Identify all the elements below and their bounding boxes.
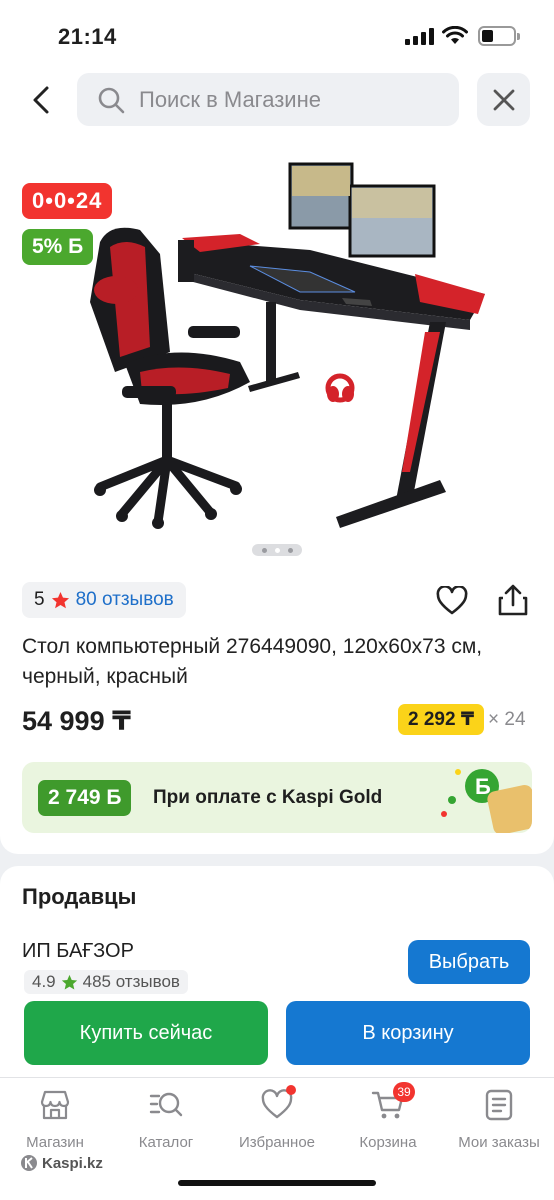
timer-badge: 0•0•24: [22, 183, 113, 219]
tab-catalog[interactable]: Каталог: [111, 1088, 221, 1151]
tab-label: Избранное: [238, 1134, 316, 1151]
chevron-left-icon: [33, 86, 49, 114]
installment-amount: 2 292 ₸: [398, 704, 485, 735]
notification-dot: [286, 1085, 296, 1095]
tab-favorites[interactable]: Избранное: [222, 1085, 332, 1151]
home-indicator: [178, 1180, 376, 1186]
installment-months: × 24: [488, 708, 526, 730]
watermark: Kaspi.kz: [20, 1154, 103, 1172]
kaspi-gold-banner[interactable]: 2 749 Б При оплате с Kaspi Gold Б: [22, 762, 532, 833]
rating-chip[interactable]: 5 80 отзывов: [22, 582, 186, 618]
kaspi-gold-bonus: 2 749 Б: [38, 780, 132, 816]
status-bar: 21:14: [0, 0, 554, 72]
store-icon: [40, 1090, 70, 1120]
catalog-search-icon: [149, 1092, 183, 1117]
close-icon: [493, 89, 514, 110]
tab-label: Каталог: [138, 1134, 194, 1151]
pagination-dot: [287, 547, 293, 553]
kaspi-logo-icon: [21, 1155, 37, 1171]
search-bar[interactable]: [77, 73, 459, 126]
seller-name[interactable]: ИП БАҒЗОР: [22, 940, 134, 963]
bonus-badge: 5% Б: [22, 229, 94, 265]
seller-rating: 4.9 485 отзывов: [24, 970, 188, 994]
cellular-signal-icon: [405, 28, 434, 45]
product-title: Стол компьютерный 276449090, 120x60x73 с…: [22, 635, 483, 688]
kaspi-gold-text: При оплате с Kaspi Gold: [153, 787, 383, 808]
orders-icon: [485, 1089, 513, 1121]
tab-my-orders[interactable]: Мои заказы: [444, 1088, 554, 1151]
tab-cart[interactable]: 39 Корзина: [333, 1082, 443, 1151]
add-to-favorites-button[interactable]: [436, 585, 468, 621]
share-icon: [498, 584, 528, 616]
close-button[interactable]: [477, 73, 530, 126]
battery-icon: [478, 26, 520, 46]
reviews-link[interactable]: 80 отзывов: [76, 589, 174, 611]
search-input[interactable]: [139, 86, 439, 113]
sellers-heading: Продавцы: [22, 884, 137, 909]
search-icon: [98, 87, 125, 113]
photo-pagination[interactable]: [252, 544, 302, 556]
wifi-icon: [442, 26, 468, 44]
buy-now-button[interactable]: Купить сейчас: [24, 1001, 268, 1065]
seller-rating-value: 4.9: [32, 972, 56, 991]
status-time: 21:14: [58, 24, 117, 49]
rating-value: 5: [34, 589, 45, 610]
watermark-text: Kaspi.kz: [42, 1154, 103, 1172]
back-button[interactable]: [26, 84, 58, 116]
top-navigation: [0, 72, 554, 142]
seller-reviews: 485 отзывов: [82, 972, 180, 991]
tab-label: Магазин: [26, 1134, 84, 1151]
share-button[interactable]: [497, 583, 529, 622]
product-price: 54 999 ₸: [22, 706, 131, 736]
star-icon: [61, 974, 77, 989]
tab-store[interactable]: Магазин: [0, 1088, 110, 1151]
choose-seller-button[interactable]: Выбрать: [408, 940, 530, 984]
heart-icon: [436, 585, 468, 615]
pagination-dot-active: [274, 547, 280, 553]
tab-label: Мои заказы: [458, 1134, 540, 1151]
add-to-cart-button[interactable]: В корзину: [286, 1001, 530, 1065]
installment-info[interactable]: 2 292 ₸ × 24: [398, 704, 526, 735]
cart-count-badge: 39: [393, 1082, 415, 1102]
star-icon: [51, 591, 69, 608]
product-card: 0•0•24 5% Б 5 80 отзывов Стол компьютерн…: [0, 142, 554, 854]
kaspi-gold-card-icon: Б: [441, 769, 532, 833]
tab-label: Корзина: [359, 1134, 417, 1151]
pagination-dot: [261, 547, 267, 553]
